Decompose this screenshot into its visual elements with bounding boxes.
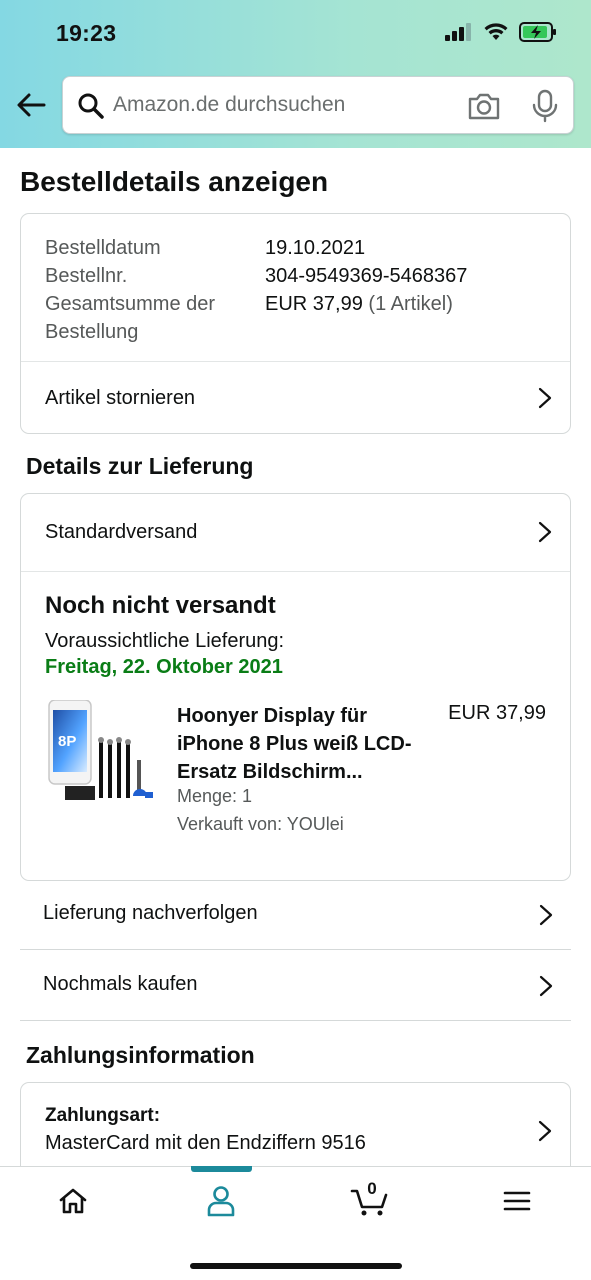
shipping-method-row[interactable]: Standardversand bbox=[21, 494, 570, 571]
delivery-section-title: Details zur Lieferung bbox=[26, 453, 254, 479]
product-image[interactable]: 8P bbox=[47, 700, 155, 808]
divider bbox=[21, 571, 570, 572]
home-icon bbox=[59, 1188, 87, 1214]
chevron-right-icon bbox=[539, 975, 553, 997]
microphone-icon[interactable] bbox=[531, 89, 559, 123]
product-image-badge: 8P bbox=[58, 733, 76, 750]
payment-method-value: MasterCard mit den Endziffern 9516 bbox=[45, 1132, 366, 1154]
order-number-value: 304-9549369-5468367 bbox=[265, 265, 468, 287]
nav-account[interactable] bbox=[191, 1181, 251, 1221]
search-icon bbox=[78, 93, 104, 119]
payment-method-label: Zahlungsart: bbox=[45, 1105, 161, 1126]
menu-icon bbox=[503, 1191, 531, 1211]
chevron-right-icon bbox=[538, 1120, 552, 1142]
battery-charging-icon bbox=[519, 22, 556, 42]
expected-delivery-label: Voraussichtliche Lieferung: bbox=[45, 630, 285, 652]
order-number-label: Bestellnr. bbox=[45, 265, 128, 287]
shipping-method-label: Standardversand bbox=[45, 521, 198, 543]
buy-again-row[interactable]: Nochmals kaufen bbox=[20, 951, 571, 1021]
buy-again-label: Nochmals kaufen bbox=[43, 973, 198, 995]
order-date-value: 19.10.2021 bbox=[265, 237, 366, 259]
order-info: Bestelldatum 19.10.2021 Bestellnr. 304-9… bbox=[45, 234, 550, 346]
chevron-right-icon bbox=[539, 904, 553, 926]
status-time: 19:23 bbox=[56, 20, 117, 46]
status-icons bbox=[445, 22, 557, 42]
product-price: EUR 37,99 bbox=[448, 702, 546, 724]
shipment-status: Noch nicht versandt bbox=[45, 592, 276, 619]
nav-home[interactable] bbox=[43, 1181, 103, 1221]
track-delivery-row[interactable]: Lieferung nachverfolgen bbox=[20, 880, 571, 950]
back-arrow-icon bbox=[17, 93, 46, 117]
nav-menu[interactable] bbox=[487, 1181, 547, 1221]
search-input[interactable] bbox=[113, 85, 453, 125]
chevron-right-icon bbox=[538, 387, 552, 409]
page-title: Bestelldetails anzeigen bbox=[20, 166, 329, 197]
order-date-row: Bestelldatum 19.10.2021 bbox=[45, 234, 550, 262]
order-date-label: Bestelldatum bbox=[45, 237, 161, 259]
product-quantity: Menge: 1 bbox=[177, 786, 253, 806]
back-button[interactable] bbox=[14, 88, 48, 122]
delivery-card: Standardversand Noch nicht versandt Vora… bbox=[20, 493, 571, 881]
order-total-items: (1 Artikel) bbox=[368, 293, 453, 315]
bottom-navigation: 0 bbox=[0, 1166, 591, 1280]
home-indicator bbox=[190, 1263, 402, 1269]
cancel-items-label: Artikel stornieren bbox=[45, 386, 196, 409]
signal-icon bbox=[445, 23, 471, 41]
order-total-row: Gesamtsumme der Bestellung EUR 37,99 (1 … bbox=[45, 290, 550, 346]
order-summary-card: Bestelldatum 19.10.2021 Bestellnr. 304-9… bbox=[20, 213, 571, 434]
wifi-icon bbox=[484, 23, 508, 40]
active-tab-indicator bbox=[191, 1166, 252, 1172]
order-total-label: Gesamtsumme der Bestellung bbox=[45, 293, 216, 343]
user-icon bbox=[207, 1186, 235, 1217]
cart-count: 0 bbox=[367, 1179, 377, 1198]
product-name[interactable]: Hoonyer Display für iPhone 8 Plus weiß L… bbox=[177, 702, 427, 786]
order-total-amount: EUR 37,99 bbox=[265, 293, 363, 315]
app-header: 19:23 bbox=[0, 0, 591, 148]
chevron-right-icon bbox=[538, 521, 552, 543]
camera-icon[interactable] bbox=[467, 91, 501, 121]
payment-section-title: Zahlungsinformation bbox=[26, 1042, 255, 1068]
track-delivery-label: Lieferung nachverfolgen bbox=[43, 902, 258, 924]
search-bar[interactable] bbox=[62, 76, 574, 134]
cancel-items-row[interactable]: Artikel stornieren bbox=[21, 362, 570, 434]
order-number-row: Bestellnr. 304-9549369-5468367 bbox=[45, 262, 550, 290]
order-total-value: EUR 37,99 (1 Artikel) bbox=[265, 290, 453, 346]
expected-delivery-date: Freitag, 22. Oktober 2021 bbox=[45, 656, 283, 678]
nav-cart[interactable]: 0 bbox=[340, 1179, 400, 1221]
product-seller: Verkauft von: YOUlei bbox=[177, 814, 344, 834]
